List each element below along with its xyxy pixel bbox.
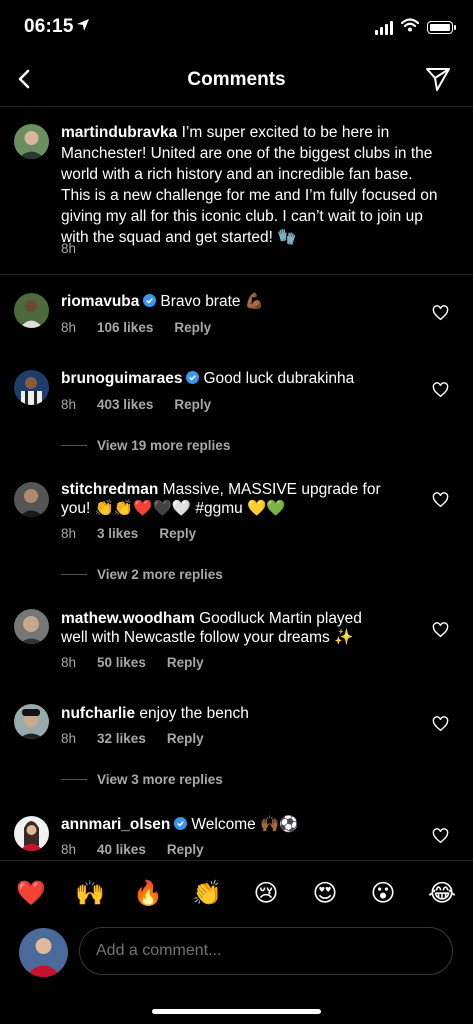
comment-input[interactable]: [94, 941, 438, 961]
comment-username[interactable]: mathew.woodham: [61, 610, 195, 627]
commenter-avatar[interactable]: [14, 816, 49, 851]
comment-timestamp: 8h: [61, 397, 77, 412]
comment-username[interactable]: brunoguimaraes: [61, 370, 182, 387]
commenter-avatar[interactable]: [14, 704, 49, 739]
like-heart-icon[interactable]: [432, 716, 449, 732]
emoji-crying-button[interactable]: 😢: [250, 879, 282, 907]
comment-likes[interactable]: 50 likes: [97, 655, 146, 670]
emoji-fire-button[interactable]: 🔥: [132, 879, 164, 907]
view-more-replies-label: View 2 more replies: [97, 567, 223, 582]
comment-timestamp: 8h: [61, 731, 77, 746]
like-heart-icon[interactable]: [432, 828, 449, 844]
comment-likes[interactable]: 40 likes: [97, 842, 146, 857]
emoji-laughing-button[interactable]: 😂: [426, 879, 458, 907]
comment-composer: [0, 924, 473, 984]
comment-item: stitchredman Massive, MASSIVE upgrade fo…: [0, 470, 473, 590]
comment-username[interactable]: nufcharlie: [61, 705, 135, 722]
reply-button[interactable]: Reply: [174, 397, 211, 412]
view-more-replies-label: View 3 more replies: [97, 772, 223, 787]
commenter-avatar[interactable]: [14, 609, 49, 644]
cellular-signal-icon: [375, 20, 393, 35]
status-bar: 06:15: [0, 0, 473, 56]
reply-button[interactable]: Reply: [159, 526, 196, 541]
caption-text: I’m super excited to be here in Manchest…: [61, 124, 438, 246]
comment-text: Bravo brate 💪🏾: [160, 293, 265, 310]
current-user-avatar: [19, 928, 68, 977]
like-heart-icon[interactable]: [432, 622, 449, 638]
status-time: 06:15: [24, 16, 74, 37]
like-heart-icon[interactable]: [432, 382, 449, 398]
like-heart-icon[interactable]: [432, 492, 449, 508]
view-more-replies-button[interactable]: View 19 more replies: [61, 438, 230, 453]
comment-timestamp: 8h: [61, 842, 77, 857]
comment-username[interactable]: riomavuba: [61, 293, 139, 310]
commenter-avatar[interactable]: [14, 482, 49, 517]
page-title: Comments: [187, 69, 286, 90]
comment-text: enjoy the bench: [139, 705, 249, 722]
comment-text: Welcome 🙌🏾⚽: [191, 816, 299, 833]
caption-timestamp: 8h: [61, 241, 77, 256]
comment-item: nufcharlie enjoy the bench 8h 32 likes R…: [0, 694, 473, 794]
view-more-replies-button[interactable]: View 2 more replies: [61, 567, 223, 582]
commenter-avatar[interactable]: [14, 293, 49, 328]
caption-username[interactable]: martindubravka: [61, 124, 177, 141]
caption-author-avatar[interactable]: [14, 124, 49, 159]
comment-text: Good luck dubrakinha: [203, 370, 355, 387]
like-heart-icon[interactable]: [432, 305, 449, 321]
send-paper-plane-icon[interactable]: [425, 66, 451, 97]
emoji-heart-eyes-button[interactable]: 😍: [309, 879, 341, 907]
emoji-raised-hands-button[interactable]: 🙌: [74, 879, 106, 907]
comment-likes[interactable]: 403 likes: [97, 397, 153, 412]
comment-likes[interactable]: 32 likes: [97, 731, 146, 746]
view-more-replies-button[interactable]: View 3 more replies: [61, 772, 223, 787]
comment-item: mathew.woodham Goodluck Martin played we…: [0, 599, 473, 679]
comment-likes[interactable]: 3 likes: [97, 526, 138, 541]
comment-username[interactable]: stitchredman: [61, 481, 158, 498]
comment-input-field[interactable]: [79, 927, 453, 975]
replies-divider: [61, 574, 87, 575]
reply-button[interactable]: Reply: [167, 731, 204, 746]
location-arrow-icon: [76, 18, 90, 37]
top-nav-bar: Comments: [0, 56, 473, 107]
post-caption: martindubravka I’m super excited to be h…: [0, 106, 473, 275]
comment-item: brunoguimaraes Good luck dubrakinha 8h 40…: [0, 360, 473, 460]
verified-badge-icon: [174, 817, 188, 830]
comment-timestamp: 8h: [61, 320, 77, 335]
comment-timestamp: 8h: [61, 526, 77, 541]
reply-button[interactable]: Reply: [174, 320, 211, 335]
emoji-surprised-button[interactable]: 😮: [367, 879, 399, 907]
emoji-clapping-button[interactable]: 👏: [191, 879, 223, 907]
comment-timestamp: 8h: [61, 655, 77, 670]
comment-username[interactable]: annmari_olsen: [61, 816, 170, 833]
commenter-avatar[interactable]: [14, 370, 49, 405]
battery-icon: [427, 21, 456, 34]
comment-item: annmari_olsen Welcome 🙌🏾⚽ 8h 40 likes Rep…: [0, 805, 473, 860]
view-more-replies-label: View 19 more replies: [97, 438, 231, 453]
home-indicator[interactable]: [152, 1009, 321, 1014]
emoji-heart-button[interactable]: ❤️: [15, 879, 47, 907]
replies-divider: [61, 779, 87, 780]
reply-button[interactable]: Reply: [167, 655, 204, 670]
replies-divider: [61, 445, 87, 446]
verified-badge-icon: [143, 294, 157, 307]
quick-emoji-bar: ❤️ 🙌 🔥 👏 😢 😍 😮 😂: [0, 860, 473, 925]
wifi-icon: [400, 18, 420, 37]
reply-button[interactable]: Reply: [167, 842, 204, 857]
verified-badge-icon: [186, 371, 200, 384]
comment-likes[interactable]: 106 likes: [97, 320, 153, 335]
comment-item: riomavuba Bravo brate 💪🏾 8h 106 likes Rep…: [0, 283, 473, 343]
